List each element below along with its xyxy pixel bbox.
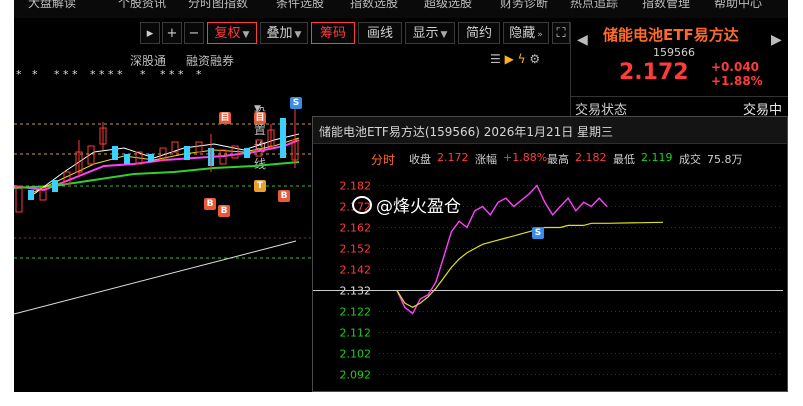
draw-line-button[interactable]: 画线 <box>358 22 402 44</box>
menu-item[interactable]: 大盘解读 <box>28 0 76 11</box>
popup-title-bar[interactable]: 储能电池ETF易方达(159566) 2026年1月21日 星期三 <box>313 117 787 144</box>
amp-value: +1.88% <box>503 151 548 164</box>
watermark-text: @烽火盈仓 <box>376 197 461 217</box>
y-tick-label: 2.182 <box>340 180 372 193</box>
zoom-in-button[interactable]: + <box>162 22 182 44</box>
y-tick-label: 2.152 <box>340 243 372 256</box>
prev-stock-icon[interactable]: ◀ <box>577 32 588 48</box>
overlay-dropdown[interactable]: 叠加 ▼ <box>260 22 308 44</box>
high-value: 2.182 <box>575 151 607 164</box>
menu-item[interactable]: 条件选股 <box>276 0 324 11</box>
menu-item[interactable]: 分时图指数 <box>188 0 248 11</box>
menu-item[interactable]: 超级选股 <box>424 0 472 11</box>
chevron-down-icon: ▼ <box>440 30 448 40</box>
fullscreen-button[interactable]: ⛶ <box>552 22 570 44</box>
change-value: +0.040 <box>711 60 760 74</box>
zoom-out-button[interactable]: − <box>184 22 204 44</box>
sell-signal-badge[interactable]: S <box>290 97 302 109</box>
hide-label: 隐藏 <box>509 26 536 41</box>
y-tick-label: 2.092 <box>340 369 372 382</box>
kline-chart[interactable]: * * * * * * * * * * * * * * <box>14 68 314 392</box>
t-signal-badge[interactable]: T <box>254 180 266 192</box>
y-tick-label: 2.122 <box>340 306 372 319</box>
signal-star-icon: * * * * <box>90 68 123 81</box>
tool-icons: ☰ ▶ ϟ ⚙ <box>490 52 566 66</box>
price-change: +0.040 +1.88% <box>711 60 763 88</box>
popup-title: 储能电池ETF易方达(159566) 2026年1月21日 星期三 <box>319 125 614 139</box>
gear-icon[interactable]: ⚙ <box>529 52 540 66</box>
target-badge[interactable]: 目 <box>219 112 231 124</box>
low-value: 2.119 <box>641 151 673 164</box>
simple-mode-button[interactable]: 简约 <box>458 22 500 44</box>
sell-signal-badge[interactable]: S <box>532 227 544 239</box>
list-icon[interactable]: ☰ <box>490 52 501 66</box>
tab-shengu[interactable]: 深股通 <box>130 52 166 69</box>
low-label: 最低 <box>613 153 635 166</box>
vol-value: 75.8万 <box>707 153 743 166</box>
fuquan-label: 复权 <box>214 26 241 41</box>
intraday-popup[interactable]: 储能电池ETF易方达(159566) 2026年1月21日 星期三 分时 收盘 … <box>312 116 788 392</box>
chips-button[interactable]: 筹码 <box>311 22 355 44</box>
avg-price-line-ext <box>606 221 664 224</box>
change-percent: +1.88% <box>711 74 763 88</box>
menu-item[interactable]: 个股资讯 <box>118 0 166 11</box>
signal-star-icon: * * * <box>160 68 184 81</box>
buy-signal-badge[interactable]: B <box>204 198 216 210</box>
stock-name: 储能电池ETF易方达 <box>603 26 739 44</box>
menu-item[interactable]: 财务诊断 <box>500 0 548 11</box>
buy-signal-badge[interactable]: B <box>218 205 230 217</box>
target-badge[interactable]: 目 <box>254 112 266 124</box>
hide-button[interactable]: 隐藏» <box>503 22 549 44</box>
fuquan-dropdown[interactable]: 复权 ▼ <box>207 22 257 44</box>
signal-star-icon: * <box>16 68 22 81</box>
menu-item[interactable]: 指数管理 <box>642 0 690 11</box>
close-value: 2.172 <box>437 151 469 164</box>
popup-info-row: 分时 收盘 2.172 涨幅 +1.88% 最高 2.182 最低 2.119 … <box>313 151 787 167</box>
vol-label: 成交 <box>679 153 701 166</box>
weibo-icon <box>352 196 372 214</box>
quote-panel: ◀ ▶ 储能电池ETF易方达 159566 2.172 +0.040 +1.88… <box>571 22 788 118</box>
y-tick-label: 2.102 <box>340 348 372 361</box>
menu-bar: 大盘解读 个股资讯 分时图指数 条件选股 指数选股 超级选股 财务诊断 热点追踪… <box>14 0 788 18</box>
signal-star-icon: * <box>196 68 202 81</box>
display-label: 显示 <box>412 26 439 41</box>
overlay-label: 叠加 <box>266 26 293 41</box>
chevron-down-icon: ▼ <box>242 30 250 40</box>
close-label: 收盘 <box>409 153 431 166</box>
chevron-down-icon: ▼ <box>294 30 302 40</box>
menu-item[interactable]: 热点追踪 <box>570 0 618 11</box>
toolbar-more-button[interactable]: ▸ <box>140 22 160 44</box>
tab-fenshi[interactable]: 分时 <box>371 151 395 168</box>
trade-status-row: 交易状态 交易中 <box>571 96 788 118</box>
next-stock-icon[interactable]: ▶ <box>771 32 782 48</box>
signal-star-icon: * <box>140 68 146 81</box>
high-label: 最高 <box>547 153 569 166</box>
signal-star-icon: * <box>32 68 38 81</box>
bolt-icon[interactable]: ϟ <box>518 52 526 66</box>
display-dropdown[interactable]: 显示 ▼ <box>405 22 455 44</box>
menu-item[interactable]: 指数选股 <box>350 0 398 11</box>
trend-line <box>14 240 297 315</box>
y-tick-label: 2.142 <box>340 264 372 277</box>
buy-signal-badge[interactable]: B <box>278 190 290 202</box>
watermark: @烽火盈仓 <box>352 192 461 217</box>
menu-item[interactable]: 帮助中心 <box>714 0 762 11</box>
flag-icon[interactable]: ▶ <box>505 52 514 66</box>
tab-rongzi[interactable]: 融资融券 <box>186 52 234 69</box>
signal-star-icon: * * * <box>54 68 78 81</box>
last-price: 2.172 <box>619 60 689 85</box>
trading-app: 大盘解读 个股资讯 分时图指数 条件选股 指数选股 超级选股 财务诊断 热点追踪… <box>14 0 788 392</box>
stock-code: 159566 <box>653 46 695 59</box>
y-tick-label: 2.162 <box>340 222 372 235</box>
amp-label: 涨幅 <box>475 153 497 166</box>
double-chevron-icon: » <box>537 30 543 40</box>
y-tick-label: 2.112 <box>340 327 372 340</box>
